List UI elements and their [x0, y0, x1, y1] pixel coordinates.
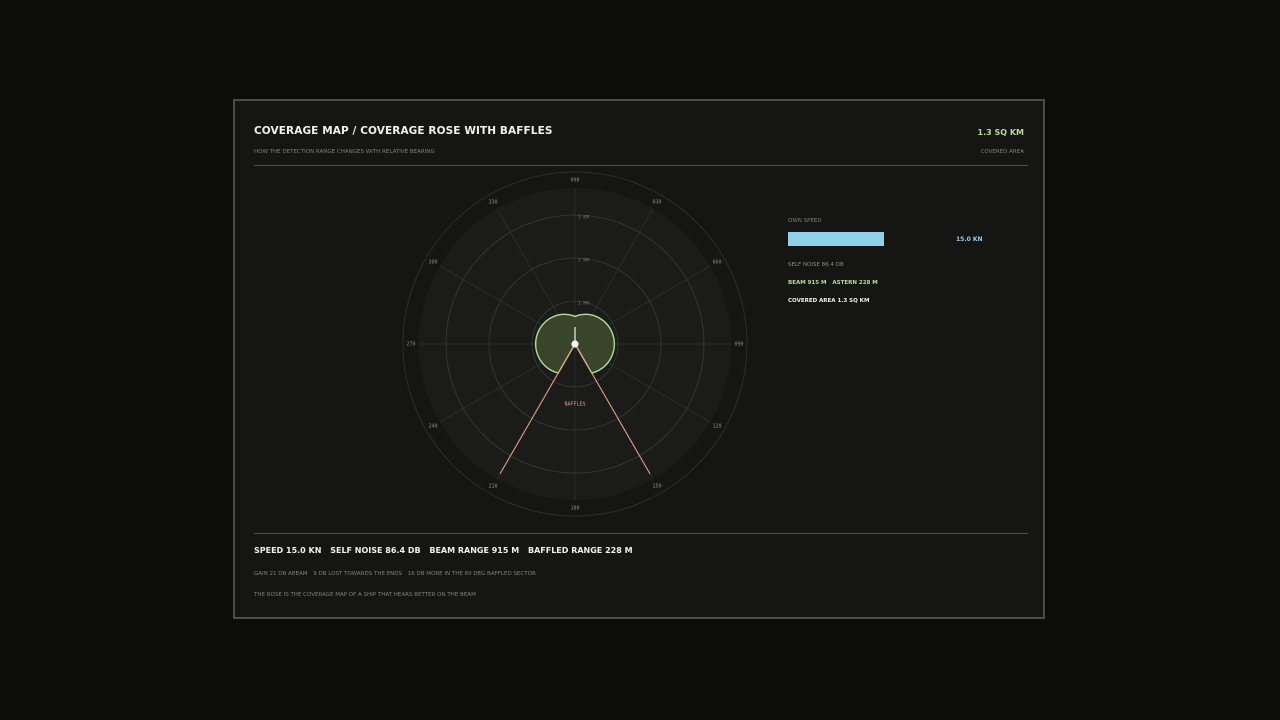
covered-area-value: 1.3 SQ KM [977, 128, 1024, 137]
gain-note-abeam: GAIN 21 DB ABEAM [254, 571, 308, 577]
page-title: COVERAGE MAP / COVERAGE ROSE WITH BAFFLE… [254, 125, 553, 137]
bearing-label-000: 000 [570, 178, 579, 184]
bearing-label-210: 210 [488, 484, 497, 490]
bearing-label-270: 270 [406, 342, 415, 348]
bearing-label-330: 330 [488, 199, 497, 205]
coverage-panel: COVERAGE MAP / COVERAGE ROSE WITH BAFFLE… [233, 99, 1045, 619]
stat-speed-value: 15.0 KN [286, 546, 322, 555]
stat-beam-label: BEAM RANGE [429, 546, 489, 555]
own-speed-label: OWN SPEED [788, 218, 822, 224]
astern-range-readout: ASTERN 228 M [832, 280, 878, 286]
stat-noise-value: 86.4 DB [385, 546, 421, 555]
bearing-label-180: 180 [570, 506, 579, 512]
stats-line: SPEED 15.0 KN SELF NOISE 86.4 DB BEAM RA… [254, 546, 633, 555]
own-ship-marker [571, 340, 579, 348]
rose-explanation: THE ROSE IS THE COVERAGE MAP OF A SHIP T… [254, 592, 476, 598]
bearing-label-090: 090 [734, 342, 743, 348]
header-divider [254, 165, 1028, 166]
stat-baffled-value: 228 M [605, 546, 633, 555]
bearing-label-150: 150 [652, 484, 661, 490]
range-ring-label: 2 KM [578, 258, 589, 264]
range-ring-label: 3 KM [578, 215, 589, 221]
stat-noise-label: SELF NOISE [330, 546, 383, 555]
bearing-label-060: 060 [713, 260, 722, 266]
self-noise-readout: SELF NOISE 86.4 DB [788, 262, 844, 268]
coverage-rose: 1 KM 2 KM 3 KM 000 030 060 090 120 150 180 210 240… [402, 171, 748, 517]
bearing-label-120: 120 [713, 424, 722, 430]
covered-area-label: COVERED AREA [980, 149, 1024, 155]
bearing-label-030: 030 [652, 199, 661, 205]
baffles-label: BAFFLES [564, 402, 585, 408]
own-speed-track [788, 232, 948, 246]
stat-baffled-label: BAFFLED RANGE [527, 546, 603, 555]
stat-beam-value: 915 M [491, 546, 520, 555]
own-speed-bar [788, 232, 884, 246]
gain-note-ends: 9 DB LOST TOWARDS THE ENDS [313, 571, 403, 577]
range-readout: BEAM 915 M ASTERN 228 M [788, 280, 1028, 286]
footer-divider [254, 533, 1028, 534]
bearing-label-300: 300 [428, 260, 437, 266]
range-ring-label: 1 KM [578, 301, 589, 307]
gain-note: GAIN 21 DB ABEAM 9 DB LOST TOWARDS THE E… [254, 571, 536, 577]
stat-speed-label: SPEED [254, 546, 284, 555]
own-speed-value: 15.0 KN [956, 236, 983, 243]
bearing-label-240: 240 [428, 424, 437, 430]
side-readout: OWN SPEED 15.0 KN SELF NOISE 86.4 DB BEA… [788, 218, 1028, 304]
page-subtitle: HOW THE DETECTION RANGE CHANGES WITH REL… [254, 149, 435, 155]
own-speed-bar-row: 15.0 KN [788, 232, 1028, 246]
gain-note-baffled: 16 DB MORE IN THE 60 DEG BAFFLED SECTOR [407, 571, 536, 577]
beam-range-readout: BEAM 915 M [788, 280, 827, 286]
covered-area-readout: COVERED AREA 1.3 SQ KM [788, 298, 870, 304]
